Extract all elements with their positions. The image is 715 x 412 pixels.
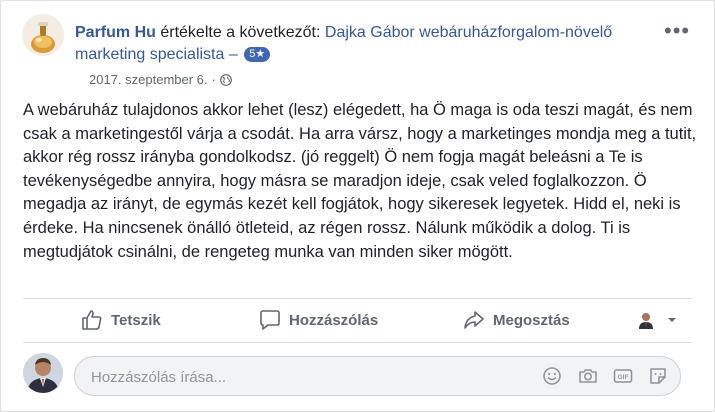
- post-meta: 2017. szeptember 6. ·: [89, 72, 232, 87]
- author-link[interactable]: Parfum Hu: [75, 24, 156, 41]
- action-bar: Tetszik Hozzászólás Megosztás: [1, 301, 714, 341]
- post-header: Parfum Hu értékelte a következőt: Dajka …: [75, 22, 655, 66]
- post-body: A webáruház tulajdonos akkor lehet (lesz…: [23, 101, 697, 261]
- thumbs-up-icon: [82, 310, 102, 330]
- post-card: Parfum Hu értékelte a következőt: Dajka …: [0, 0, 715, 412]
- chevron-down-icon: [668, 318, 676, 322]
- more-options-icon[interactable]: •••: [664, 20, 690, 42]
- gif-icon[interactable]: GIF: [613, 366, 633, 386]
- like-button[interactable]: Tetszik: [81, 301, 161, 339]
- share-label: Megosztás: [493, 311, 570, 329]
- comment-input[interactable]: [89, 365, 513, 389]
- svg-text:GIF: GIF: [618, 374, 629, 381]
- share-arrow-icon: [464, 311, 484, 329]
- comment-label: Hozzászólás: [289, 311, 379, 329]
- post-date[interactable]: 2017. szeptember 6.: [89, 72, 208, 87]
- meta-separator: ·: [211, 72, 216, 87]
- speech-bubble-icon: [260, 310, 280, 330]
- camera-icon[interactable]: [578, 366, 598, 386]
- action-text: értékelte a következőt:: [160, 24, 321, 41]
- comment-button[interactable]: Hozzászólás: [259, 301, 378, 339]
- like-label: Tetszik: [111, 311, 161, 329]
- share-button[interactable]: Megosztás: [463, 301, 570, 339]
- user-avatar-small: [639, 313, 653, 329]
- react-as-selector[interactable]: [637, 301, 685, 339]
- globe-icon[interactable]: [219, 73, 232, 86]
- sticker-icon[interactable]: [648, 366, 668, 386]
- page-avatar[interactable]: [22, 14, 64, 56]
- perfume-bottle-image: [22, 14, 64, 56]
- comment-composer: GIF: [74, 356, 681, 396]
- rating-badge: 5★: [244, 47, 271, 62]
- smiley-icon[interactable]: [542, 366, 562, 386]
- current-user-avatar[interactable]: [23, 353, 63, 393]
- divider: [23, 298, 692, 299]
- user-photo: [23, 353, 63, 393]
- target-page-link[interactable]: Dajka Gábor webáruházforgalom-növelő mar…: [75, 24, 612, 63]
- divider: [23, 342, 692, 343]
